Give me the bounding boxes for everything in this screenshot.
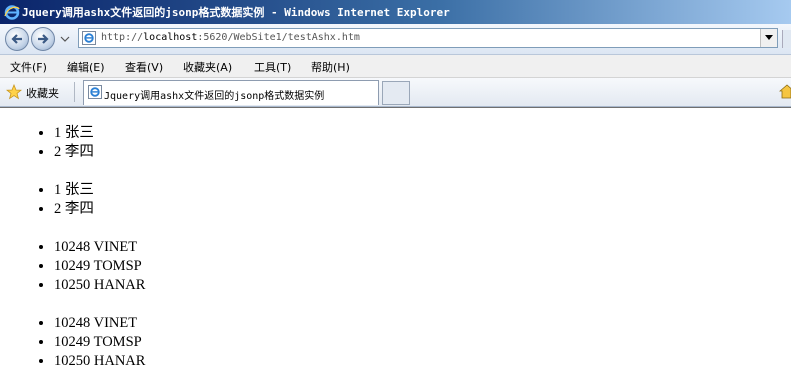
- address-dropdown-button[interactable]: [760, 29, 777, 47]
- menu-tools[interactable]: 工具(T): [254, 59, 291, 75]
- list-item: 1 张三: [54, 124, 94, 143]
- tab-bar: 收藏夹 Jquery调用ashx文件返回的jsonp格式数据实例: [0, 78, 791, 107]
- list-item: 10250 HANAR: [54, 352, 145, 371]
- tab-active[interactable]: Jquery调用ashx文件返回的jsonp格式数据实例: [83, 80, 379, 105]
- back-button[interactable]: [5, 27, 29, 51]
- window-title: Jquery调用ashx文件返回的jsonp格式数据实例 - Windows I…: [22, 6, 450, 19]
- list-item: 2 李四: [54, 143, 94, 162]
- menu-help[interactable]: 帮助(H): [311, 59, 350, 75]
- name-list: 1 张三 2 李四: [0, 181, 94, 219]
- address-input[interactable]: http://localhost:5620/WebSite1/testAshx.…: [78, 28, 778, 48]
- menu-file[interactable]: 文件(F): [10, 59, 47, 75]
- new-tab-button[interactable]: [382, 81, 410, 105]
- page-content: 1 张三 2 李四 1 张三 2 李四 10248 VINET 10249 TO…: [0, 107, 791, 378]
- arrow-left-icon: [11, 34, 22, 44]
- home-icon[interactable]: [779, 82, 791, 100]
- star-icon: [6, 84, 22, 100]
- page-ie-icon: [88, 85, 102, 99]
- list-item: 10249 TOMSP: [54, 257, 145, 276]
- menu-edit[interactable]: 编辑(E): [67, 59, 105, 75]
- menu-bar: 文件(F) 编辑(E) 查看(V) 收藏夹(A) 工具(T) 帮助(H): [0, 55, 791, 78]
- refresh-button[interactable]: [782, 30, 791, 48]
- title-bar[interactable]: Jquery调用ashx文件返回的jsonp格式数据实例 - Windows I…: [0, 0, 791, 24]
- list-item: 10248 VINET: [54, 314, 145, 333]
- page-ie-icon: [82, 31, 96, 45]
- ie-logo-icon: [4, 5, 20, 20]
- tab-title: Jquery调用ashx文件返回的jsonp格式数据实例: [104, 91, 325, 102]
- favorites-label: 收藏夹: [26, 87, 59, 100]
- arrow-right-icon: [38, 34, 49, 44]
- menu-favorites[interactable]: 收藏夹(A): [183, 59, 232, 75]
- list-item: 2 李四: [54, 200, 94, 219]
- menu-view[interactable]: 查看(V): [125, 59, 163, 75]
- name-list: 1 张三 2 李四: [0, 124, 94, 162]
- toolbar-divider: [74, 82, 75, 102]
- list-item: 1 张三: [54, 181, 94, 200]
- list-item: 10250 HANAR: [54, 276, 145, 295]
- navigation-bar: http://localhost:5620/WebSite1/testAshx.…: [0, 24, 791, 55]
- order-list: 10248 VINET 10249 TOMSP 10250 HANAR: [0, 238, 145, 295]
- order-list: 10248 VINET 10249 TOMSP 10250 HANAR: [0, 314, 145, 371]
- list-item: 10249 TOMSP: [54, 333, 145, 352]
- address-url: http://localhost:5620/WebSite1/testAshx.…: [101, 32, 360, 43]
- forward-button[interactable]: [31, 27, 55, 51]
- chevron-down-icon: [765, 35, 773, 40]
- list-item: 10248 VINET: [54, 238, 145, 257]
- recent-pages-dropdown-icon[interactable]: [60, 34, 70, 44]
